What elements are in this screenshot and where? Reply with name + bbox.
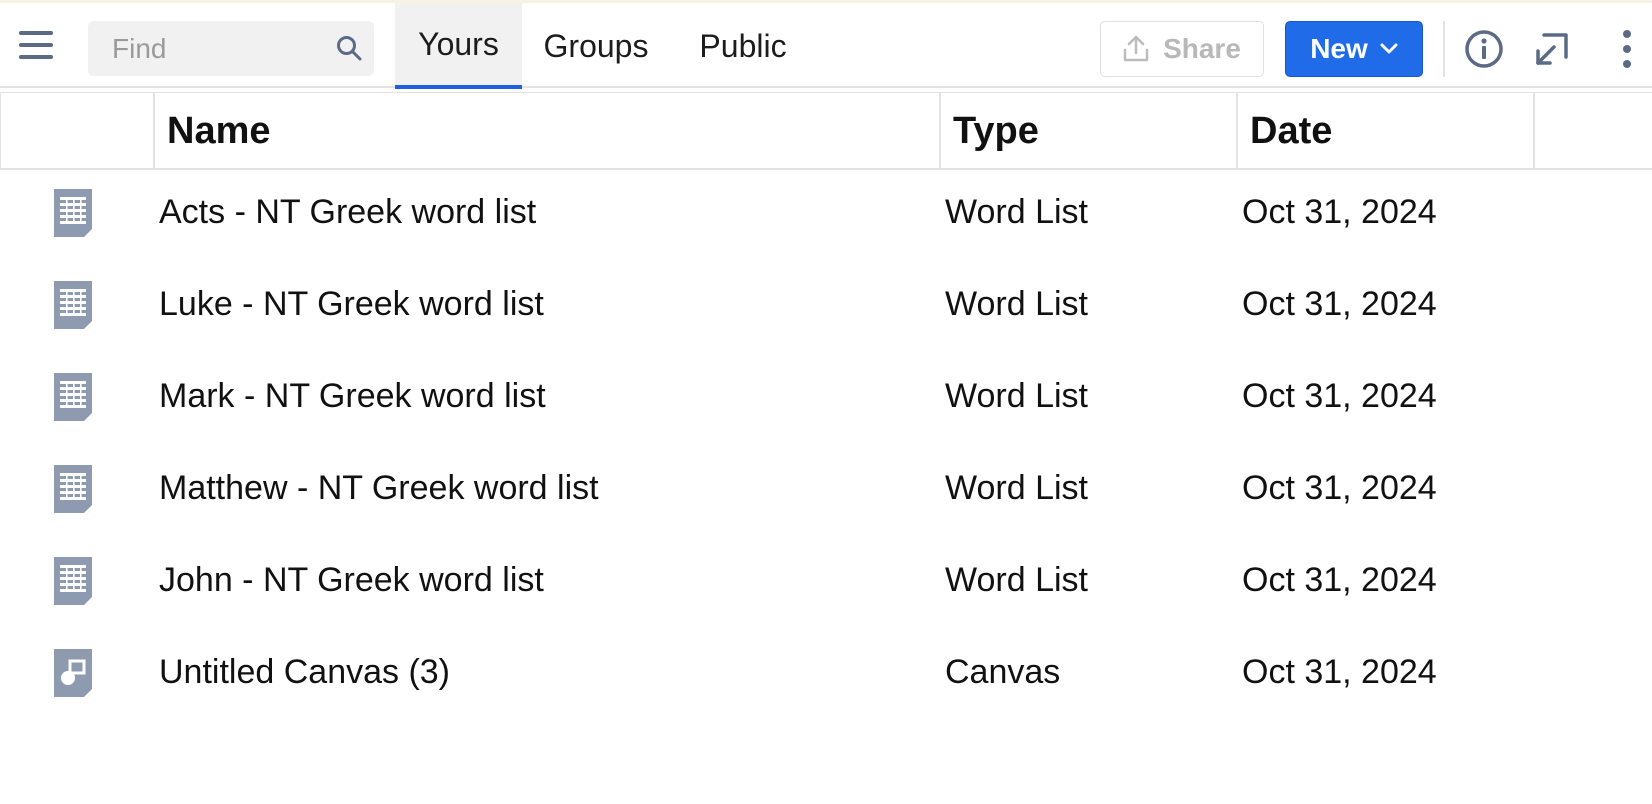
- toolbar: Yours Groups Public Share New: [0, 0, 1652, 89]
- share-button[interactable]: Share: [1100, 21, 1264, 77]
- find-input[interactable]: [88, 21, 318, 76]
- file-list: Acts - NT Greek word list Word List Oct …: [0, 170, 1652, 722]
- new-label: New: [1310, 33, 1368, 64]
- row-name: Untitled Canvas (3): [159, 652, 451, 691]
- upload-icon: [1123, 35, 1149, 62]
- row-name: John - NT Greek word list: [159, 560, 544, 599]
- tab-public[interactable]: Public: [684, 3, 802, 89]
- row-type: Word List: [945, 376, 1088, 415]
- row-date: Oct 31, 2024: [1242, 652, 1437, 691]
- word-list-icon: [54, 373, 92, 421]
- row-type: Word List: [945, 284, 1088, 323]
- table-row[interactable]: Untitled Canvas (3) Canvas Oct 31, 2024: [0, 630, 1652, 722]
- table-row[interactable]: Mark - NT Greek word list Word List Oct …: [0, 354, 1652, 446]
- table-row[interactable]: Luke - NT Greek word list Word List Oct …: [0, 262, 1652, 354]
- row-type: Canvas: [945, 652, 1061, 691]
- row-name: Acts - NT Greek word list: [159, 192, 537, 231]
- row-type: Word List: [945, 468, 1088, 507]
- share-label: Share: [1163, 33, 1241, 64]
- column-header-spacer: [1533, 93, 1652, 169]
- row-date: Oct 31, 2024: [1242, 284, 1437, 323]
- word-list-icon: [54, 281, 92, 329]
- row-date: Oct 31, 2024: [1242, 192, 1437, 231]
- chevron-down-icon: [1380, 43, 1398, 54]
- open-in-icon[interactable]: [1530, 27, 1574, 71]
- word-list-icon: [54, 189, 92, 237]
- table-row[interactable]: John - NT Greek word list Word List Oct …: [0, 538, 1652, 630]
- row-name: Luke - NT Greek word list: [159, 284, 544, 323]
- hamburger-menu-icon[interactable]: [14, 23, 58, 67]
- toolbar-divider: [1443, 21, 1445, 77]
- column-header-icon: [0, 93, 153, 169]
- table-row[interactable]: Acts - NT Greek word list Word List Oct …: [0, 170, 1652, 262]
- tab-groups[interactable]: Groups: [534, 3, 658, 89]
- row-type: Word List: [945, 192, 1088, 231]
- info-icon[interactable]: [1462, 27, 1506, 71]
- canvas-icon: [54, 649, 92, 697]
- word-list-icon: [54, 465, 92, 513]
- tab-yours[interactable]: Yours: [395, 3, 522, 89]
- row-type: Word List: [945, 560, 1088, 599]
- row-name: Matthew - NT Greek word list: [159, 468, 599, 507]
- row-date: Oct 31, 2024: [1242, 376, 1437, 415]
- search-icon[interactable]: [334, 33, 364, 63]
- row-name: Mark - NT Greek word list: [159, 376, 546, 415]
- new-button[interactable]: New: [1285, 21, 1423, 77]
- more-options-icon[interactable]: [1605, 27, 1649, 71]
- find-box: [88, 21, 374, 76]
- row-date: Oct 31, 2024: [1242, 560, 1437, 599]
- column-header-date[interactable]: Date: [1236, 93, 1533, 169]
- word-list-icon: [54, 557, 92, 605]
- row-date: Oct 31, 2024: [1242, 468, 1437, 507]
- column-header-name[interactable]: Name: [153, 93, 939, 169]
- table-header: Name Type Date: [0, 92, 1652, 170]
- table-row[interactable]: Matthew - NT Greek word list Word List O…: [0, 446, 1652, 538]
- column-header-type[interactable]: Type: [939, 93, 1236, 169]
